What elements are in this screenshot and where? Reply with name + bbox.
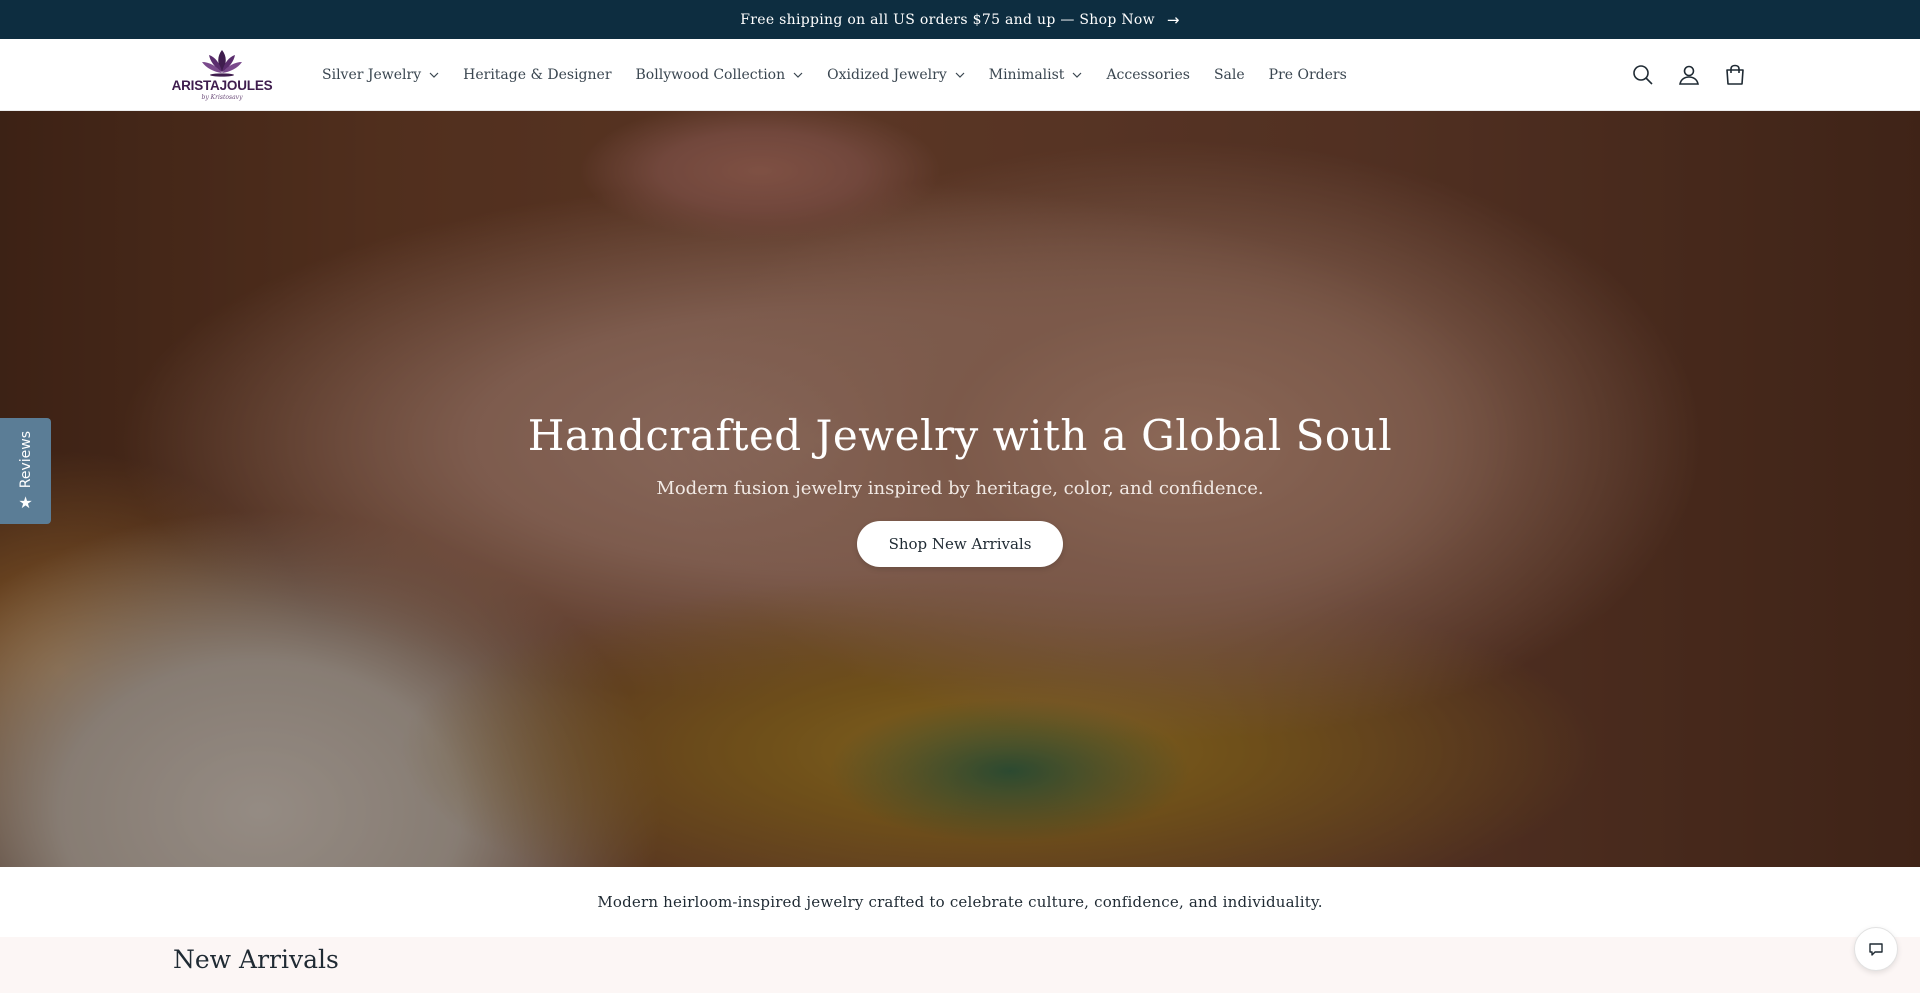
nav-item-silver-jewelry[interactable]: Silver Jewelry <box>310 55 451 95</box>
nav-item-label: Silver Jewelry <box>322 66 422 83</box>
new-arrivals-section: New Arrivals <box>0 937 1920 993</box>
nav-item-label: Minimalist <box>988 66 1065 83</box>
section-title: New Arrivals <box>173 945 339 974</box>
main-nav: Silver Jewelry Heritage & Designer Bolly… <box>310 55 1359 95</box>
hero-banner: Handcrafted Jewelry with a Global Soul M… <box>0 111 1920 867</box>
announcement-text[interactable]: Free shipping on all US orders $75 and u… <box>740 12 1155 28</box>
lotus-logo-icon <box>202 50 242 77</box>
hero-title: Handcrafted Jewelry with a Global Soul <box>527 411 1393 460</box>
hero-content: Handcrafted Jewelry with a Global Soul M… <box>0 411 1920 567</box>
account-icon[interactable] <box>1676 62 1702 88</box>
announcement-bar[interactable]: Free shipping on all US orders $75 and u… <box>0 0 1920 39</box>
nav-item-pre-orders[interactable]: Pre Orders <box>1257 55 1359 95</box>
arrow-right-icon: → <box>1166 10 1180 29</box>
chevron-down-icon <box>429 70 439 80</box>
logo[interactable]: ARISTAJOULES by Kristosavy <box>171 47 273 103</box>
nav-item-label: Bollywood Collection <box>635 66 786 83</box>
nav-item-accessories[interactable]: Accessories <box>1094 55 1202 95</box>
site-header: ARISTAJOULES by Kristosavy Silver Jewelr… <box>0 39 1920 111</box>
shop-new-arrivals-button[interactable]: Shop New Arrivals <box>856 521 1064 567</box>
chevron-down-icon <box>1072 70 1082 80</box>
nav-item-label: Sale <box>1213 66 1245 83</box>
nav-item-heritage-designer[interactable]: Heritage & Designer <box>451 55 623 95</box>
nav-item-label: Heritage & Designer <box>463 66 612 83</box>
nav-item-sale[interactable]: Sale <box>1202 55 1257 95</box>
hero-subtitle: Modern fusion jewelry inspired by herita… <box>656 478 1264 499</box>
nav-item-minimalist[interactable]: Minimalist <box>977 55 1095 95</box>
chevron-down-icon <box>955 70 965 80</box>
nav-item-label: Accessories <box>1106 66 1190 83</box>
logo-subtext: by Kristosavy <box>201 93 243 101</box>
nav-item-label: Oxidized Jewelry <box>827 66 947 83</box>
nav-item-bollywood-collection[interactable]: Bollywood Collection <box>624 55 816 95</box>
nav-item-label: Pre Orders <box>1268 66 1347 83</box>
chevron-down-icon <box>793 70 803 80</box>
cart-icon[interactable] <box>1722 62 1748 88</box>
reviews-tab-label: Reviews <box>17 431 34 489</box>
reviews-tab[interactable]: Reviews ★ <box>0 418 51 524</box>
header-icons <box>1630 62 1748 88</box>
logo-wordmark: ARISTAJOULES <box>171 78 273 94</box>
brand-tagline: Modern heirloom-inspired jewelry crafted… <box>597 893 1323 911</box>
chat-icon[interactable] <box>1854 927 1898 971</box>
star-icon: ★ <box>18 492 33 512</box>
search-icon[interactable] <box>1630 62 1656 88</box>
nav-item-oxidized-jewelry[interactable]: Oxidized Jewelry <box>815 55 977 95</box>
